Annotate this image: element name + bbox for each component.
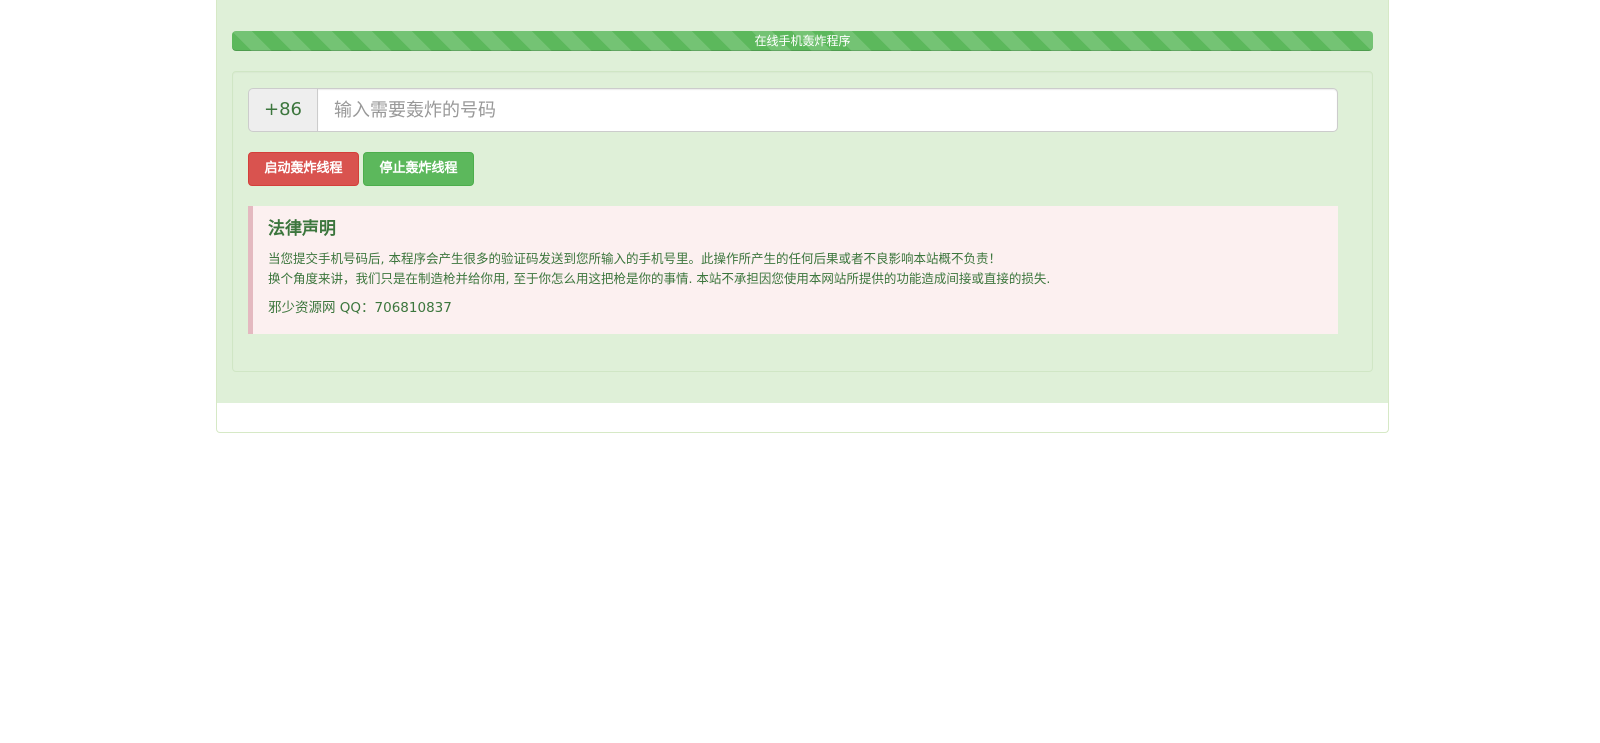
form-well: +86 启动轰炸线程 停止轰炸线程 法律声明 当您提交手机号码后, 本程序会产生…: [232, 71, 1373, 372]
progress-label: 在线手机轰炸程序: [754, 34, 851, 48]
legal-notice: 法律声明 当您提交手机号码后, 本程序会产生很多的验证码发送到您所输入的手机号里…: [248, 206, 1338, 334]
stop-bombing-button[interactable]: 停止轰炸线程: [363, 152, 474, 186]
main-panel: 在线手机轰炸程序 +86 启动轰炸线程 停止轰炸线程 法律声明 当您提交手机号码…: [216, 0, 1389, 433]
phone-input-group: +86: [248, 88, 1338, 132]
start-bombing-button[interactable]: 启动轰炸线程: [248, 152, 359, 186]
phone-number-input[interactable]: [317, 88, 1338, 132]
title-progress-bar: 在线手机轰炸程序: [232, 31, 1373, 51]
panel-body: 在线手机轰炸程序 +86 启动轰炸线程 停止轰炸线程 法律声明 当您提交手机号码…: [217, 0, 1388, 403]
country-code-addon: +86: [248, 88, 317, 132]
legal-notice-title: 法律声明: [268, 219, 336, 239]
legal-notice-line-1: 当您提交手机号码后, 本程序会产生很多的验证码发送到您所输入的手机号里。此操作所…: [268, 251, 1001, 266]
contact-info: 邪少资源网 QQ：706810837: [268, 300, 452, 316]
legal-notice-line-2: 换个角度来讲，我们只是在制造枪并给你用, 至于你怎么用这把枪是你的事情. 本站不…: [268, 271, 1051, 286]
